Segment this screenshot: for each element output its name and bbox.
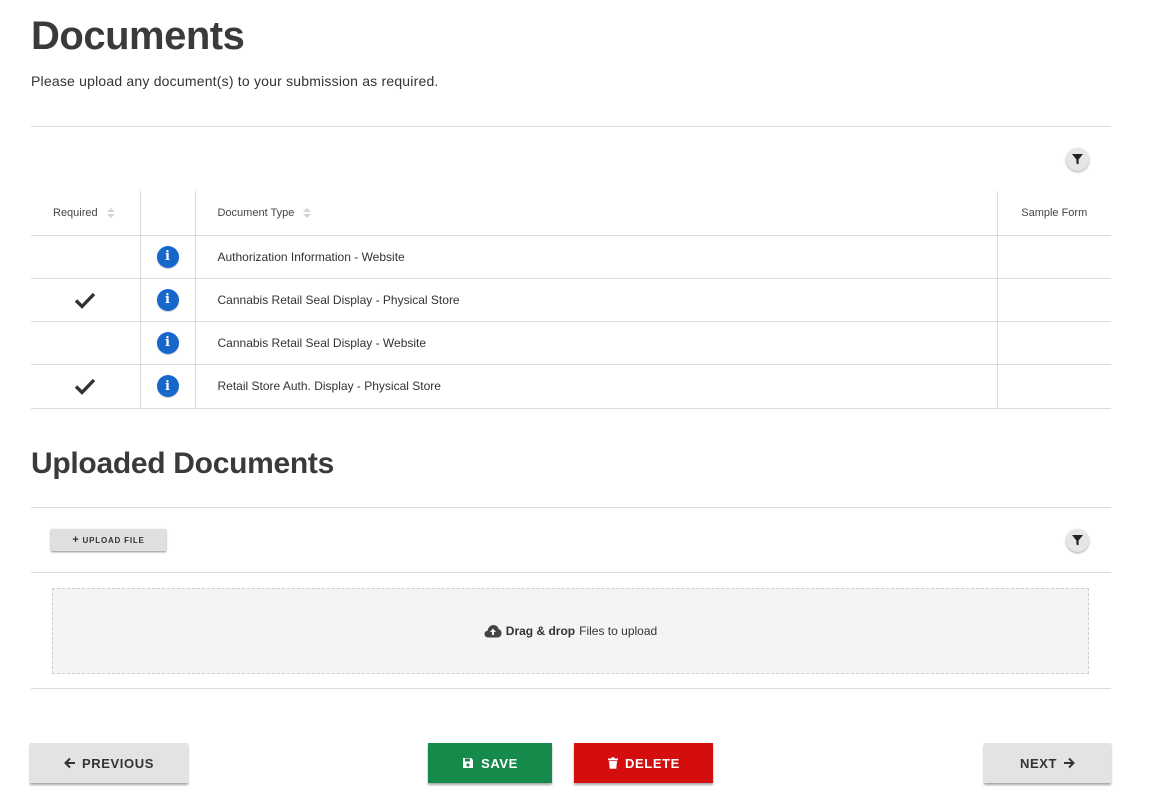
sample-form-cell [997,364,1111,409]
table-row: i Retail Store Auth. Display - Physical S… [31,364,1111,409]
column-header-required[interactable]: Required [31,191,141,236]
checkmark-icon [74,292,96,309]
sample-form-cell [997,278,1111,322]
page-subtitle: Please upload any document(s) to your su… [31,73,439,89]
previous-button[interactable]: PREVIOUS [30,743,188,783]
info-cell: i [140,364,196,409]
sort-icon[interactable] [303,207,312,218]
dropzone-text: Files to upload [579,624,658,638]
required-cell [31,321,141,365]
info-icon[interactable]: i [156,288,179,311]
plus-icon: + [72,534,80,546]
trash-icon [608,757,619,769]
divider [31,126,1111,127]
document-type-cell: Cannabis Retail Seal Display - Physical … [195,278,998,322]
dropzone-bold-text: Drag & drop [505,624,576,638]
info-cell: i [140,278,196,322]
column-header-sample-form: Sample Form [997,191,1111,236]
uploaded-documents-title: Uploaded Documents [31,447,334,480]
document-type-cell: Authorization Information - Website [195,235,998,279]
info-icon[interactable]: i [156,331,179,354]
cloud-upload-icon [484,625,502,638]
required-cell [31,235,141,279]
floppy-disk-icon [463,758,474,768]
arrow-left-icon [64,757,75,769]
delete-button[interactable]: DELETE [574,743,713,783]
info-icon[interactable]: i [156,375,179,397]
sample-form-cell [997,235,1111,279]
checkmark-icon [74,378,96,395]
arrow-right-icon [1064,757,1075,769]
required-cell [31,278,141,322]
required-cell [31,364,141,409]
column-header-document-type[interactable]: Document Type [195,191,998,236]
divider [31,572,1111,573]
filter-icon [1072,535,1083,546]
required-documents-table: Required Document Type Sample Form i Auth… [31,191,1111,409]
document-type-cell: Retail Store Auth. Display - Physical St… [195,364,998,409]
file-dropzone[interactable]: Drag & drop Files to upload [52,588,1089,674]
sample-form-cell [997,321,1111,365]
divider [31,688,1111,689]
divider [31,507,1111,508]
filter-button-required[interactable] [1066,148,1089,171]
document-type-cell: Cannabis Retail Seal Display - Website [195,321,998,365]
table-row: i Cannabis Retail Seal Display - Website [31,321,1111,365]
save-button[interactable]: SAVE [428,743,552,783]
next-button[interactable]: NEXT [984,743,1111,783]
info-icon[interactable]: i [156,245,179,268]
table-row: i Cannabis Retail Seal Display - Physical… [31,278,1111,322]
column-header-info [140,191,196,236]
upload-file-button[interactable]: + UPLOAD FILE [51,529,166,551]
table-row: i Authorization Information - Website [31,235,1111,279]
info-cell: i [140,235,196,279]
info-cell: i [140,321,196,365]
filter-icon [1072,154,1083,165]
page-title: Documents [31,14,245,58]
table-header-row: Required Document Type Sample Form [31,191,1111,236]
sort-icon[interactable] [106,207,115,218]
filter-button-uploaded[interactable] [1066,529,1089,552]
